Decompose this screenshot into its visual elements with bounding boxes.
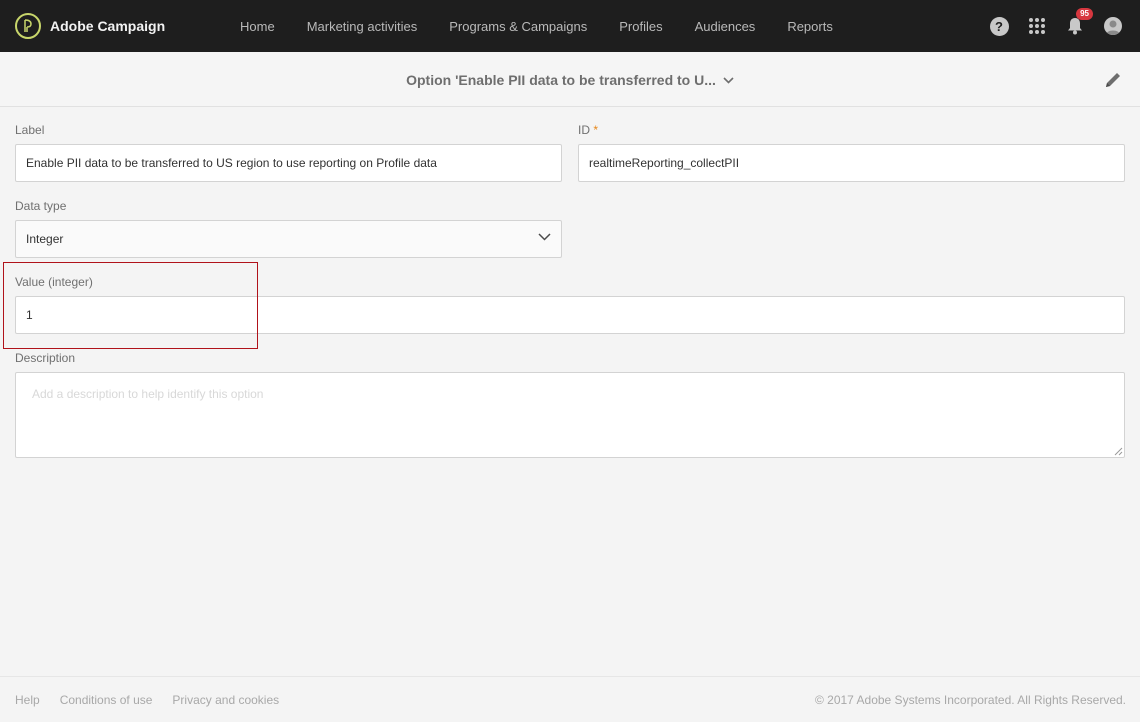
label-field-label: Label — [15, 123, 45, 137]
page-title: Option 'Enable PII data to be transferre… — [406, 71, 716, 88]
copyright: © 2017 Adobe Systems Incorporated. All R… — [814, 693, 1126, 707]
chevron-down-icon — [538, 233, 551, 241]
nav-item-programs-campaigns[interactable]: Programs & Campaigns — [433, 19, 603, 34]
user-icon — [1106, 20, 1120, 35]
id-input[interactable]: realtimeReporting_collectPII — [578, 144, 1125, 182]
brand[interactable]: Adobe Campaign — [15, 13, 210, 39]
description-textarea[interactable]: Add a description to help identify this … — [15, 372, 1125, 458]
grid-icon — [1029, 18, 1045, 34]
data-type-value: Integer — [26, 232, 64, 246]
avatar — [1104, 17, 1122, 35]
nav-item-home[interactable]: Home — [224, 19, 291, 34]
help-icon: ? — [989, 16, 1009, 36]
nav-item-marketing-activities[interactable]: Marketing activities — [291, 19, 434, 34]
data-type-select[interactable]: Integer — [15, 220, 562, 258]
label-input[interactable]: Enable PII data to be transferred to US … — [15, 144, 562, 182]
edit-button[interactable] — [1102, 69, 1124, 91]
footer-link-help[interactable]: Help — [15, 693, 40, 707]
app-switcher-button[interactable] — [1027, 16, 1047, 36]
description-field-label: Description — [15, 351, 76, 365]
nav-item-audiences[interactable]: Audiences — [679, 19, 772, 34]
nav-item-reports[interactable]: Reports — [771, 19, 849, 34]
data-type-field-label: Data type — [15, 199, 67, 213]
id-label-text: ID — [578, 123, 590, 137]
nav-item-profiles[interactable]: Profiles — [603, 19, 678, 34]
page-title-bar: Option 'Enable PII data to be transferre… — [0, 52, 1140, 107]
description-placeholder: Add a description to help identify this … — [32, 387, 264, 401]
footer: Help Conditions of use Privacy and cooki… — [0, 676, 1140, 722]
app-name: Adobe Campaign — [50, 18, 166, 34]
resize-grip-icon[interactable] — [1114, 447, 1123, 456]
top-navigation-bar: Adobe Campaign Home Marketing activities… — [0, 0, 1140, 52]
adobe-campaign-logo-icon — [15, 13, 41, 39]
footer-link-privacy[interactable]: Privacy and cookies — [172, 693, 279, 707]
header-actions: ? 95 — [971, 0, 1123, 52]
chevron-down-icon — [723, 77, 734, 84]
notifications-button[interactable]: 95 — [1065, 8, 1093, 36]
value-input[interactable]: 1 — [15, 296, 1125, 334]
help-button[interactable]: ? — [989, 16, 1009, 36]
id-field-label: ID * — [578, 123, 598, 137]
footer-link-conditions[interactable]: Conditions of use — [60, 693, 153, 707]
main-nav: Home Marketing activities Programs & Cam… — [224, 19, 849, 34]
value-field-label: Value (integer) — [15, 275, 93, 289]
required-marker: * — [593, 123, 599, 137]
notifications-badge: 95 — [1076, 8, 1093, 20]
page-title-dropdown[interactable]: Option 'Enable PII data to be transferre… — [0, 52, 1140, 107]
profile-button[interactable] — [1103, 16, 1123, 36]
pencil-icon — [1106, 73, 1120, 87]
footer-links: Help Conditions of use Privacy and cooki… — [15, 693, 299, 707]
